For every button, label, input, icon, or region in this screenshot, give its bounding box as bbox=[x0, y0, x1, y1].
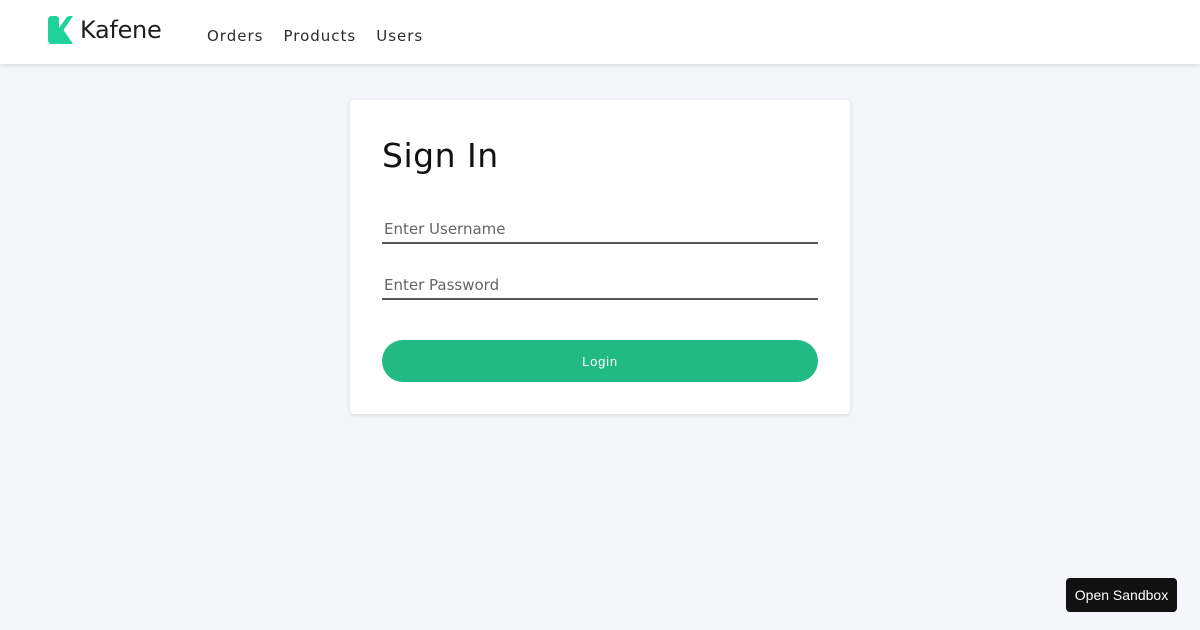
nav-users[interactable]: Users bbox=[376, 24, 423, 48]
login-button[interactable]: Login bbox=[382, 340, 818, 382]
username-input[interactable] bbox=[382, 218, 818, 244]
kafene-logo-icon bbox=[48, 16, 73, 44]
brand-logo-link[interactable]: Kafene bbox=[48, 15, 162, 45]
password-input[interactable] bbox=[382, 274, 818, 300]
brand-name: Kafene bbox=[80, 16, 162, 44]
open-sandbox-button[interactable]: Open Sandbox bbox=[1066, 578, 1177, 612]
main-nav: Orders Products Users bbox=[207, 24, 423, 48]
page-title: Sign In bbox=[382, 136, 499, 175]
signin-card: Sign In Login bbox=[350, 100, 850, 414]
top-navbar: Kafene Orders Products Users bbox=[0, 0, 1200, 64]
nav-products[interactable]: Products bbox=[283, 24, 356, 48]
nav-orders[interactable]: Orders bbox=[207, 24, 263, 48]
